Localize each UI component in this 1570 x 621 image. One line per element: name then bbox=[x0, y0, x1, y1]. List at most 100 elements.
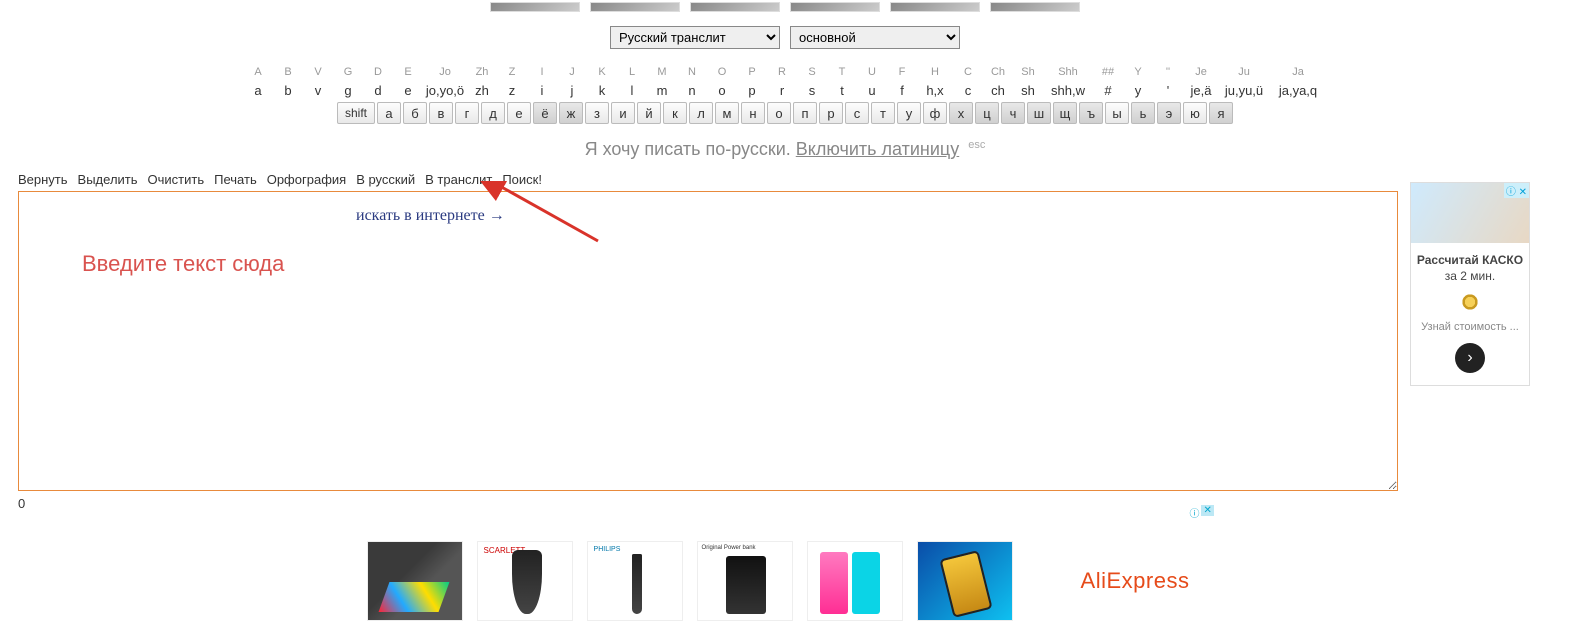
translit-hint-lower: ju,yu,ü bbox=[1220, 82, 1268, 100]
shift-key[interactable]: shift bbox=[337, 102, 375, 124]
sidebar-ad[interactable]: ⓘ ✕ Рассчитай КАСКО за 2 мин. Узнай стои… bbox=[1410, 182, 1530, 386]
cyrillic-key[interactable]: б bbox=[403, 102, 427, 124]
cyrillic-key[interactable]: щ bbox=[1053, 102, 1077, 124]
cyrillic-key[interactable]: и bbox=[611, 102, 635, 124]
ad-info-icon[interactable]: ⓘ ✕ bbox=[1504, 183, 1529, 198]
aliexpress-logo[interactable]: AliExpress bbox=[1081, 568, 1190, 594]
ad-cta-button[interactable]: › bbox=[1455, 343, 1485, 373]
cyrillic-key[interactable]: ъ bbox=[1079, 102, 1103, 124]
cyrillic-key[interactable]: а bbox=[377, 102, 401, 124]
translit-hint-lower: e bbox=[394, 82, 422, 100]
cyrillic-key[interactable]: ц bbox=[975, 102, 999, 124]
product-thumb[interactable] bbox=[917, 541, 1013, 621]
translit-hint-upper: ## bbox=[1094, 64, 1122, 80]
translit-hint-upper: J bbox=[558, 64, 586, 80]
cyrillic-key[interactable]: т bbox=[871, 102, 895, 124]
translit-hint-upper: Je bbox=[1184, 64, 1218, 80]
translit-hint-upper: Ja bbox=[1270, 64, 1326, 80]
translit-hint-lower: g bbox=[334, 82, 362, 100]
to-translit-button[interactable]: В транслит bbox=[425, 172, 492, 187]
cyrillic-key[interactable]: с bbox=[845, 102, 869, 124]
cyrillic-key[interactable]: х bbox=[949, 102, 973, 124]
cyrillic-key[interactable]: г bbox=[455, 102, 479, 124]
thumb bbox=[690, 2, 780, 12]
product-thumb[interactable] bbox=[587, 541, 683, 621]
translit-hint-lower: u bbox=[858, 82, 886, 100]
translit-hint-lower: z bbox=[498, 82, 526, 100]
char-counter: 0 bbox=[0, 496, 1570, 511]
cyrillic-key[interactable]: р bbox=[819, 102, 843, 124]
translit-hint-upper: Y bbox=[1124, 64, 1152, 80]
translit-hint-lower: ' bbox=[1154, 82, 1182, 100]
translit-hint-upper: A bbox=[244, 64, 272, 80]
ad-subtitle: за 2 мин. bbox=[1411, 269, 1529, 283]
cyrillic-key[interactable]: ф bbox=[923, 102, 947, 124]
product-thumb[interactable] bbox=[477, 541, 573, 621]
translit-hint-upper: Z bbox=[498, 64, 526, 80]
product-thumb[interactable] bbox=[367, 541, 463, 621]
thumb bbox=[490, 2, 580, 12]
ad-image: ⓘ ✕ bbox=[1411, 183, 1529, 243]
ad-close-icon[interactable]: ✕ bbox=[1201, 505, 1213, 516]
translit-hint-lower: m bbox=[648, 82, 676, 100]
cyrillic-key[interactable]: м bbox=[715, 102, 739, 124]
cyrillic-key[interactable]: э bbox=[1157, 102, 1181, 124]
cyrillic-key[interactable]: о bbox=[767, 102, 791, 124]
cyrillic-key[interactable]: ё bbox=[533, 102, 557, 124]
translit-hint-upper: B bbox=[274, 64, 302, 80]
cyrillic-key[interactable]: д bbox=[481, 102, 505, 124]
translit-hint-lower: a bbox=[244, 82, 272, 100]
cyrillic-key[interactable]: ь bbox=[1131, 102, 1155, 124]
hint-prefix: Я хочу писать по-русски. bbox=[585, 139, 796, 159]
translit-hint-lower: b bbox=[274, 82, 302, 100]
translit-hint-upper: Sh bbox=[1014, 64, 1042, 80]
select-all-button[interactable]: Выделить bbox=[78, 172, 138, 187]
mode-selectors: Русский транслит основной bbox=[0, 26, 1570, 49]
translit-hint-lower: je,ä bbox=[1184, 82, 1218, 100]
product-thumb[interactable] bbox=[807, 541, 903, 621]
cyrillic-key[interactable]: у bbox=[897, 102, 921, 124]
to-russian-button[interactable]: В русский bbox=[356, 172, 415, 187]
language-select[interactable]: Русский транслит bbox=[610, 26, 780, 49]
translit-hint-upper: Jo bbox=[424, 64, 466, 80]
on-screen-keyboard: ABVGDEJoZhZIJKLMNOPRSTUFHCChShShh##Y''Je… bbox=[0, 63, 1570, 125]
translit-hint-lower: r bbox=[768, 82, 796, 100]
cyrillic-key[interactable]: п bbox=[793, 102, 817, 124]
cyrillic-key[interactable]: ю bbox=[1183, 102, 1207, 124]
undo-button[interactable]: Вернуть bbox=[18, 172, 68, 187]
cyrillic-key[interactable]: ш bbox=[1027, 102, 1051, 124]
translit-hint-upper: L bbox=[618, 64, 646, 80]
translit-hint-upper: H bbox=[918, 64, 952, 80]
translit-hint-upper: U bbox=[858, 64, 886, 80]
translit-hint-row-upper: ABVGDEJoZhZIJKLMNOPRSTUFHCChShShh##Y''Je… bbox=[244, 64, 1326, 80]
search-button[interactable]: Поиск! bbox=[502, 172, 542, 187]
thumb bbox=[790, 2, 880, 12]
translit-hint-lower: # bbox=[1094, 82, 1122, 100]
spellcheck-button[interactable]: Орфография bbox=[267, 172, 346, 187]
ad-info-icon[interactable]: ⓘ bbox=[1189, 505, 1199, 520]
cyrillic-key[interactable]: ж bbox=[559, 102, 583, 124]
cyrillic-key[interactable]: н bbox=[741, 102, 765, 124]
bottom-ad-strip: AliExpress ⓘ ✕ bbox=[0, 541, 1570, 621]
cyrillic-key[interactable]: я bbox=[1209, 102, 1233, 124]
translit-hint-upper: R bbox=[768, 64, 796, 80]
translit-hint-lower: ja,ya,q bbox=[1270, 82, 1326, 100]
cyrillic-key[interactable]: ч bbox=[1001, 102, 1025, 124]
ad-title: Рассчитай КАСКО bbox=[1415, 253, 1525, 267]
switch-to-latin-link[interactable]: Включить латиницу bbox=[796, 139, 959, 159]
layout-select[interactable]: основной bbox=[790, 26, 960, 49]
cyrillic-key[interactable]: е bbox=[507, 102, 531, 124]
clear-button[interactable]: Очистить bbox=[148, 172, 205, 187]
cyrillic-key[interactable]: в bbox=[429, 102, 453, 124]
cyrillic-key[interactable]: л bbox=[689, 102, 713, 124]
cyrillic-key[interactable]: к bbox=[663, 102, 687, 124]
cyrillic-key[interactable]: ы bbox=[1105, 102, 1129, 124]
product-thumb[interactable] bbox=[697, 541, 793, 621]
main-textarea[interactable] bbox=[18, 191, 1398, 491]
cyrillic-key-row: shiftабвгдеёжзийклмнопрстуфхцчшщъыьэюя bbox=[337, 102, 1233, 124]
print-button[interactable]: Печать bbox=[214, 172, 257, 187]
translit-hint-upper: G bbox=[334, 64, 362, 80]
cyrillic-key[interactable]: з bbox=[585, 102, 609, 124]
translit-hint-upper: Ch bbox=[984, 64, 1012, 80]
cyrillic-key[interactable]: й bbox=[637, 102, 661, 124]
